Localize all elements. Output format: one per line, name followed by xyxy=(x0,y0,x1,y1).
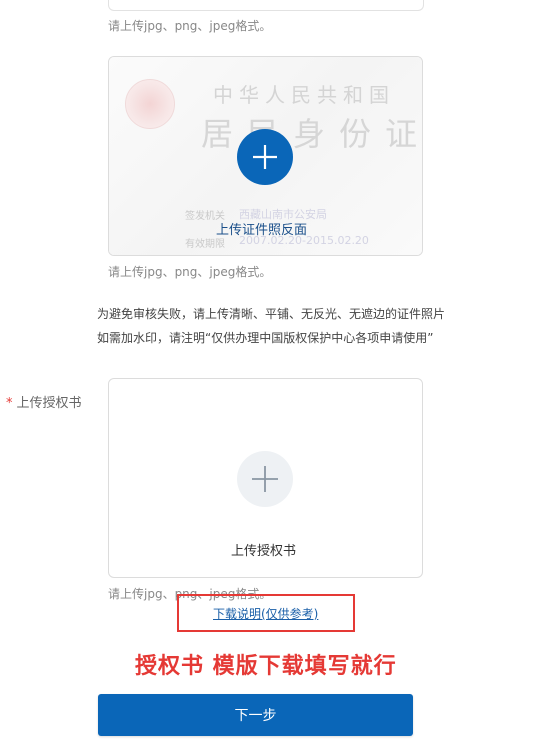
id-back-upload-hint: 请上传jpg、png、jpeg格式。 xyxy=(108,265,272,279)
id-back-upload-label: 上传证件照反面 xyxy=(216,223,308,238)
id-card-title: 居民身份证 xyxy=(201,115,423,153)
annotation-text: 授权书 模版下载填写就行 xyxy=(135,654,397,679)
plus-icon[interactable] xyxy=(237,451,293,507)
required-mark: * xyxy=(6,396,13,411)
next-button[interactable]: 下一步 xyxy=(98,694,413,736)
previous-upload-box[interactable] xyxy=(108,0,424,11)
notice-line-1: 为避免审核失败，请上传清晰、平铺、无反光、无遮边的证件照片 xyxy=(97,307,446,321)
national-emblem-icon xyxy=(125,79,175,129)
id-back-upload-box[interactable]: 中华人民共和国 居民身份证 签发机关 西藏山南市公安局 有效期限 2007.02… xyxy=(108,56,423,256)
plus-icon[interactable] xyxy=(237,129,293,185)
next-button-label: 下一步 xyxy=(234,708,277,724)
authorization-upload-label: 上传授权书 xyxy=(231,544,297,559)
authorization-upload-box[interactable]: 上传授权书 xyxy=(108,378,423,578)
id-card-country-title: 中华人民共和国 xyxy=(213,83,395,107)
notice-line-2: 如需加水印，请注明“仅供办理中国版权保护中心各项申请使用” xyxy=(97,331,434,345)
authorization-field-label: * 上传授权书 xyxy=(6,392,82,411)
download-instructions-link[interactable]: 下载说明(仅供参考) xyxy=(213,605,318,622)
authorization-field-label-text: 上传授权书 xyxy=(16,396,82,411)
previous-upload-hint: 请上传jpg、png、jpeg格式。 xyxy=(108,19,272,33)
